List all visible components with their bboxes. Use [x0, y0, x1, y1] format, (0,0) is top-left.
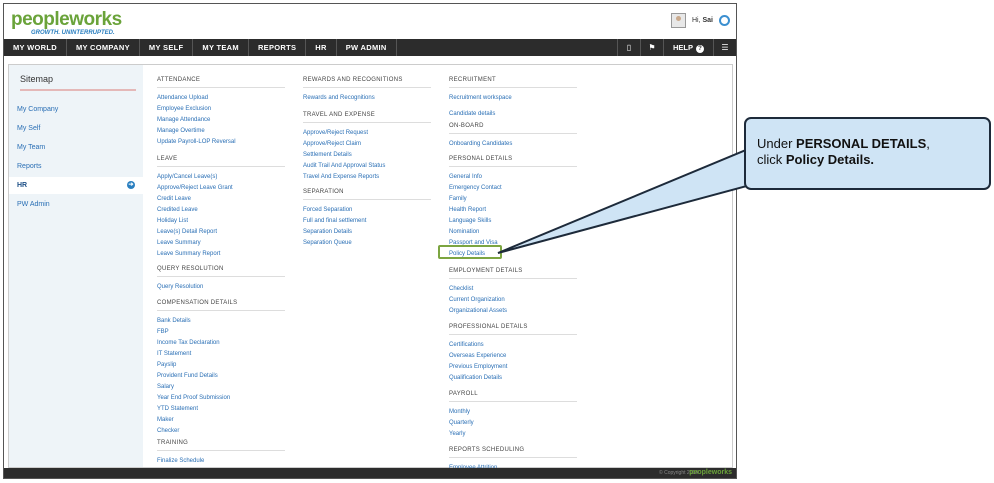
callout-text: Under PERSONAL DETAILS, click Policy Det…: [757, 136, 930, 168]
callout-pointer: [497, 148, 760, 254]
callout-middle: ,: [926, 136, 930, 151]
callout-target: Policy Details.: [785, 152, 875, 167]
instruction-callout: Under PERSONAL DETAILS, click Policy Det…: [744, 117, 991, 190]
callout-section: PERSONAL DETAILS: [796, 136, 927, 151]
callout-prefix: Under: [757, 136, 797, 151]
callout-line2-prefix: click: [757, 152, 786, 167]
callout-pointer-shape: [497, 148, 760, 254]
